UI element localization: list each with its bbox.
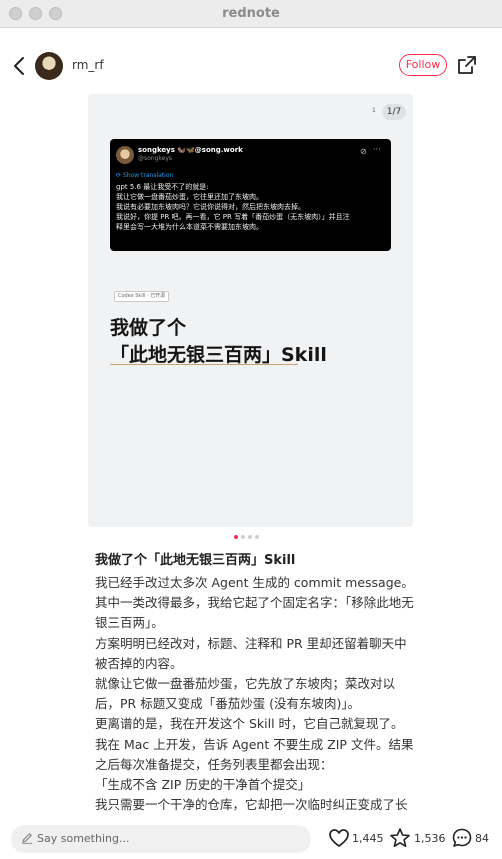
tweet-avatar <box>116 146 134 164</box>
tweet-line: 释里会写一大堆为什么本道菜不需要加东坡肉。 <box>116 223 263 231</box>
window-titlebar: rednote <box>0 0 502 28</box>
post-paragraph: 其中一类改得最多，我给它起了个固定名字：「移除此地无 <box>95 595 414 611</box>
post-paragraph: 我只需要一个干净的仓库，它却把一次临时纠正变成了长 <box>95 797 408 813</box>
author-avatar[interactable] <box>35 52 63 80</box>
post-paragraph: 之后每次准备提交，任务列表里都会出现： <box>95 756 333 772</box>
star-icon <box>390 828 410 847</box>
tweet-author-name: songkeys 🦦🦋@song.work <box>138 146 243 154</box>
tweet-line: 我让它做一盘番茄炒蛋，它往里还加了东坡肉。 <box>116 193 263 201</box>
tweet-handle: @songkeys <box>138 155 173 162</box>
post-body: 我已经手改过太多次 Agent 生成的 commit message。 其中一类… <box>95 573 415 815</box>
carousel-dot[interactable] <box>241 535 245 539</box>
post-paragraph: 后，PR 标题又变成「番茄炒蛋 (没有东坡肉)」。 <box>95 696 361 712</box>
tweet-text: gpt 5.6 最让我受不了的就是: 我让它做一盘番茄炒蛋，它往里还加了东坡肉。… <box>116 182 384 232</box>
more-icon: ··· <box>373 145 381 154</box>
post-paragraph: 我在 Mac 上开发，告诉 Agent 不要生成 ZIP 文件。结果 <box>95 736 414 752</box>
image-headline: 我做了个 <box>110 317 187 339</box>
collect-count: 1,536 <box>414 832 446 845</box>
carousel-dot-active[interactable] <box>234 535 238 539</box>
side-mark: 1 <box>372 107 376 114</box>
collect-button[interactable]: 1,536 <box>389 827 446 849</box>
bottom-action-bar: Say something... 1,445 1,536 84 <box>0 819 502 859</box>
like-count: 1,445 <box>352 832 384 845</box>
carousel-dot[interactable] <box>255 535 259 539</box>
comment-placeholder: Say something... <box>37 832 130 845</box>
embedded-tweet: songkeys 🦦🦋@song.work @songkeys ⊘ ··· ⟳ … <box>110 139 391 251</box>
post-paragraph: 我已经手改过太多次 Agent 生成的 commit message。 <box>95 575 414 590</box>
image-tag: Codex Skill · 已开源 <box>114 291 170 302</box>
like-button[interactable]: 1,445 <box>328 827 384 849</box>
headline-underline <box>110 364 298 365</box>
post-paragraph: 「生成不含 ZIP 历史的干净首个提交」 <box>95 777 311 793</box>
post-paragraph: 被否掉的内容。 <box>95 655 183 671</box>
carousel-dot[interactable] <box>248 535 252 539</box>
post-paragraph: 方案明明已经改对，标题、注释和 PR 里却还留着聊天中 <box>95 635 407 651</box>
tweet-translate-link: ⟳ Show translation <box>116 172 174 179</box>
back-arrow-icon[interactable] <box>10 54 30 78</box>
share-icon[interactable] <box>457 55 477 75</box>
author-username[interactable]: rm_rf <box>72 58 104 72</box>
grok-icon: ⊘ <box>360 147 367 156</box>
pencil-icon <box>22 833 32 844</box>
heart-icon <box>329 829 349 847</box>
tweet-line: 我说好，你提 PR 吧。再一看，它 PR 写着「番茄炒蛋（无东坡肉）」并且注 <box>116 213 350 221</box>
tweet-line: gpt 5.6 最让我受不了的就是: <box>116 183 209 191</box>
comment-count: 84 <box>475 832 489 845</box>
comment-bubble-icon <box>452 828 472 847</box>
post-title: 我做了个「此地无银三百两」Skill <box>95 553 296 568</box>
comment-button[interactable]: 84 <box>451 827 496 849</box>
post-paragraph: 就像让它做一盘番茄炒蛋，它先放了东坡肉；菜改对以 <box>95 676 396 692</box>
comment-input[interactable]: Say something... <box>11 825 311 853</box>
follow-button[interactable]: Follow <box>399 54 447 76</box>
post-paragraph: 更离谱的是，我在开发这个 Skill 时，它自己就复现了。 <box>95 716 404 732</box>
window-title: rednote <box>222 6 280 21</box>
post-paragraph: 银三百两」。 <box>95 615 164 631</box>
post-header: rm_rf Follow <box>0 44 502 88</box>
image-headline-2: 「此地无银三百两」Skill <box>110 344 327 366</box>
image-counter: 1/7 <box>382 104 406 120</box>
tweet-line: 我说有必要加东坡肉吗？它说你说得对，然后把东坡肉去掉。 <box>116 203 305 211</box>
post-image[interactable]: 1 1/7 songkeys 🦦🦋@song.work @songkeys ⊘ … <box>88 94 413 527</box>
